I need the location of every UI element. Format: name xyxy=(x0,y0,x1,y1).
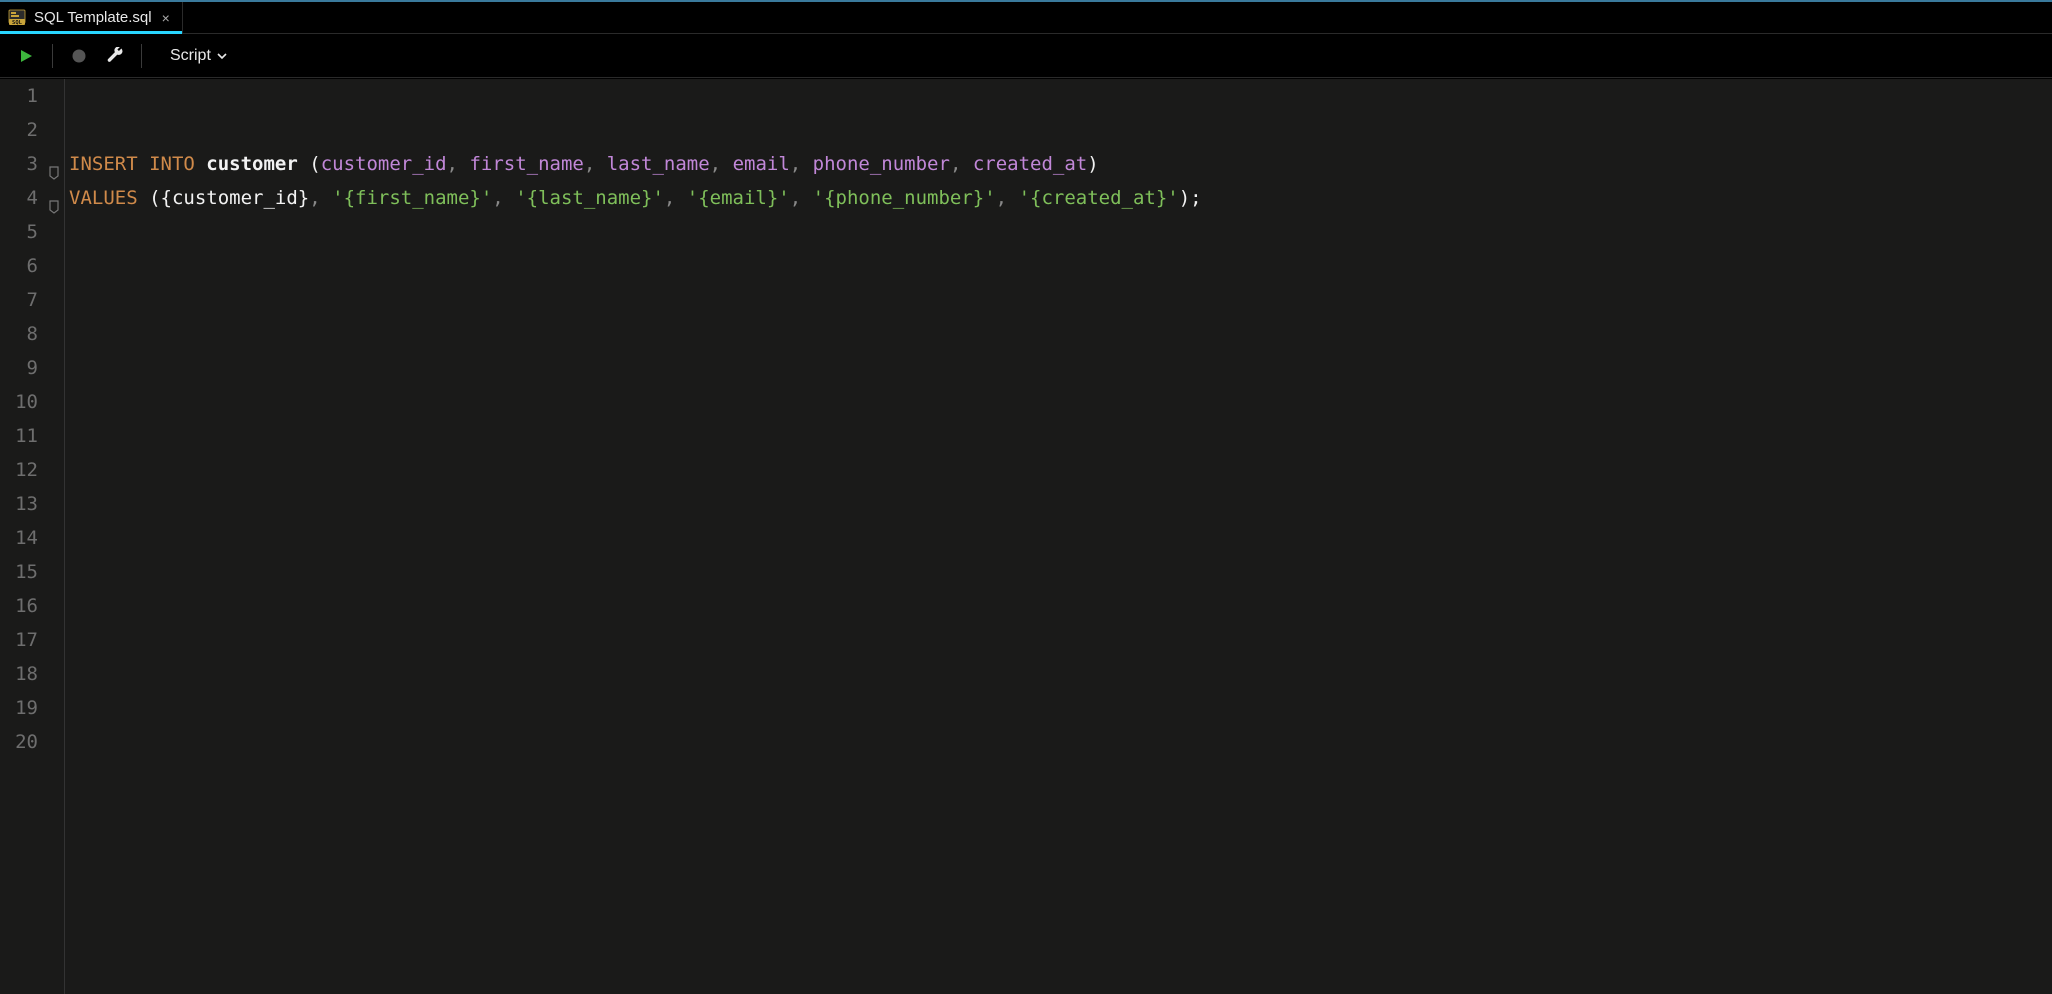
line-number: 11 xyxy=(0,419,38,453)
close-icon[interactable]: × xyxy=(160,10,172,26)
circle-icon xyxy=(71,48,87,64)
fold-marker-icon[interactable] xyxy=(48,191,60,205)
line-number: 6 xyxy=(0,249,38,283)
code-line[interactable] xyxy=(69,657,2052,691)
code-line[interactable] xyxy=(69,215,2052,249)
line-number: 9 xyxy=(0,351,38,385)
code-line[interactable] xyxy=(69,351,2052,385)
sql-file-icon: SQL xyxy=(8,9,26,27)
fold-marker-icon[interactable] xyxy=(48,157,60,171)
file-tab[interactable]: SQL SQL Template.sql × xyxy=(0,2,183,33)
tab-filename: SQL Template.sql xyxy=(34,9,152,26)
play-icon xyxy=(18,48,34,64)
code-line[interactable] xyxy=(69,521,2052,555)
code-line[interactable] xyxy=(69,283,2052,317)
toolbar-separator xyxy=(141,44,142,68)
run-mode-label: Script xyxy=(170,47,211,65)
wrench-icon xyxy=(106,47,124,65)
code-area[interactable]: INSERT INTO customer (customer_id, first… xyxy=(64,79,2052,994)
fold-gutter xyxy=(46,79,64,994)
settings-button[interactable] xyxy=(101,42,129,70)
editor-toolbar: Script xyxy=(0,34,2052,78)
line-number: 14 xyxy=(0,521,38,555)
line-number: 20 xyxy=(0,725,38,759)
line-number: 1 xyxy=(0,79,38,113)
line-number: 8 xyxy=(0,317,38,351)
line-number: 19 xyxy=(0,691,38,725)
code-line[interactable] xyxy=(69,113,2052,147)
line-number: 18 xyxy=(0,657,38,691)
line-number: 15 xyxy=(0,555,38,589)
line-number: 7 xyxy=(0,283,38,317)
code-line[interactable] xyxy=(69,249,2052,283)
code-editor[interactable]: 1234567891011121314151617181920 INSERT I… xyxy=(0,79,2052,994)
line-number: 10 xyxy=(0,385,38,419)
run-mode-dropdown[interactable]: Script xyxy=(164,43,233,69)
code-line[interactable] xyxy=(69,555,2052,589)
line-number: 2 xyxy=(0,113,38,147)
code-line[interactable] xyxy=(69,725,2052,759)
line-number: 4 xyxy=(0,181,38,215)
code-line[interactable] xyxy=(69,419,2052,453)
record-button[interactable] xyxy=(65,42,93,70)
chevron-down-icon xyxy=(217,51,227,61)
code-line[interactable] xyxy=(69,691,2052,725)
svg-text:SQL: SQL xyxy=(12,20,23,26)
code-line[interactable] xyxy=(69,385,2052,419)
editor-tabbar: SQL SQL Template.sql × xyxy=(0,0,2052,34)
line-number: 17 xyxy=(0,623,38,657)
code-line[interactable]: INSERT INTO customer (customer_id, first… xyxy=(69,147,2052,181)
toolbar-separator xyxy=(52,44,53,68)
code-line[interactable] xyxy=(69,79,2052,113)
line-number: 16 xyxy=(0,589,38,623)
line-number: 13 xyxy=(0,487,38,521)
line-number: 12 xyxy=(0,453,38,487)
line-number: 5 xyxy=(0,215,38,249)
code-line[interactable] xyxy=(69,317,2052,351)
line-number-gutter: 1234567891011121314151617181920 xyxy=(0,79,46,994)
code-line[interactable] xyxy=(69,589,2052,623)
code-line[interactable] xyxy=(69,487,2052,521)
code-line[interactable]: VALUES ({customer_id}, '{first_name}', '… xyxy=(69,181,2052,215)
code-line[interactable] xyxy=(69,623,2052,657)
run-button[interactable] xyxy=(12,42,40,70)
code-line[interactable] xyxy=(69,453,2052,487)
line-number: 3 xyxy=(0,147,38,181)
